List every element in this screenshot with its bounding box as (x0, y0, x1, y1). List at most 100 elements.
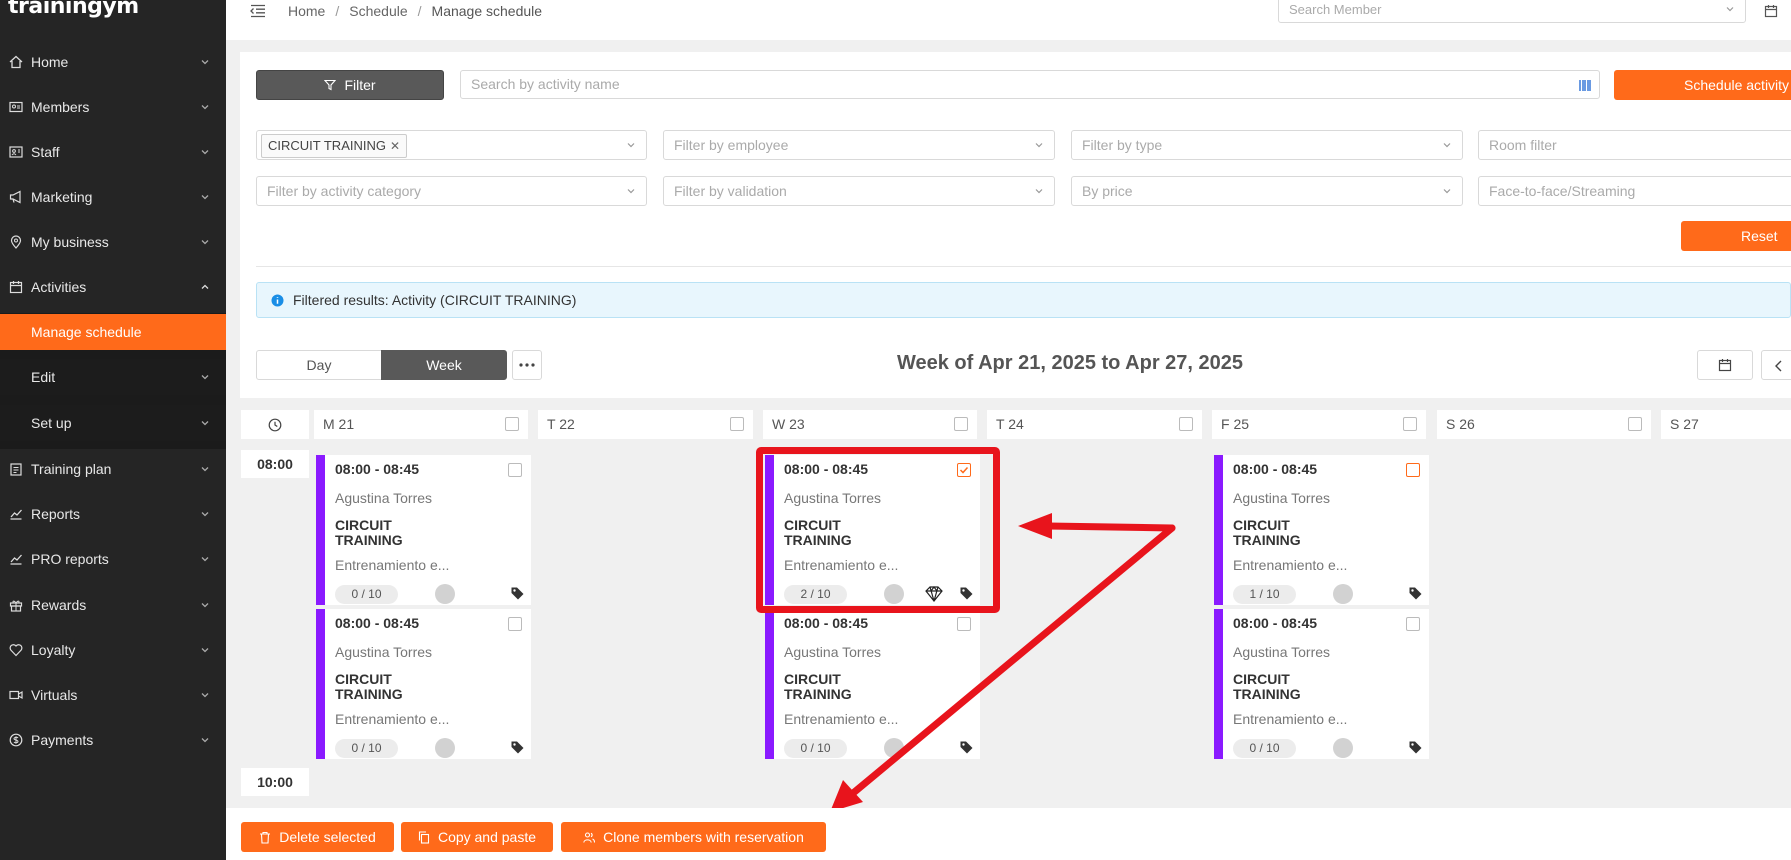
activity-card[interactable]: 08:00 - 08:45 Agustina Torres CIRCUIT TR… (316, 455, 531, 605)
sidebar-item-virtuals[interactable]: Virtuals (0, 677, 226, 713)
chevron-up-icon (201, 284, 209, 289)
day-header-fri[interactable]: F 25 (1212, 410, 1426, 439)
day-select-checkbox[interactable] (1403, 417, 1417, 431)
info-icon (271, 294, 284, 306)
activity-category-filter-select[interactable]: Filter by activity category (256, 176, 647, 206)
activity-card[interactable]: 08:00 - 08:45 Agustina Torres CIRCUIT TR… (316, 609, 531, 759)
line-chart-icon (8, 507, 23, 522)
more-options-button[interactable] (512, 350, 542, 380)
day-header-mon[interactable]: M 21 (314, 410, 528, 439)
logo: trainingym (8, 0, 139, 19)
sidebar-item-my-business[interactable]: My business (0, 224, 226, 260)
copy-icon (418, 830, 430, 844)
chevron-down-icon (201, 467, 209, 472)
view-day-button[interactable]: Day (256, 350, 382, 380)
breadcrumb-home[interactable]: Home (288, 3, 325, 19)
copy-paste-button[interactable]: Copy and paste (401, 822, 553, 852)
sidebar-item-members[interactable]: Members (0, 89, 226, 125)
breadcrumb-schedule[interactable]: Schedule (349, 3, 407, 19)
day-select-checkbox[interactable] (1179, 417, 1193, 431)
mode-filter-select[interactable]: Face-to-face/Streaming (1478, 176, 1791, 206)
type-filter-select[interactable]: Filter by type (1071, 130, 1463, 160)
chevron-down-icon (201, 105, 209, 110)
sidebar-item-reports[interactable]: Reports (0, 496, 226, 532)
chevron-down-icon (201, 240, 209, 245)
employee-filter-select[interactable]: Filter by employee (663, 130, 1055, 160)
chevron-down-icon (1726, 7, 1734, 12)
day-header-tue[interactable]: T 22 (538, 410, 753, 439)
previous-week-button[interactable] (1761, 350, 1791, 380)
gift-icon (8, 598, 23, 613)
chevron-down-icon (627, 143, 635, 148)
users-icon (583, 831, 596, 843)
time-slot-label: 10:00 (241, 768, 309, 796)
chevron-down-icon (201, 421, 209, 426)
sidebar-item-pro-reports[interactable]: PRO reports (0, 541, 226, 577)
status-dot (435, 584, 455, 604)
line-chart-icon (8, 552, 23, 567)
day-select-checkbox[interactable] (1628, 417, 1642, 431)
price-tag-icon (511, 741, 524, 754)
sidebar-item-staff[interactable]: Staff (0, 134, 226, 170)
reset-button[interactable]: Reset (1681, 221, 1791, 251)
card-select-checkbox[interactable] (957, 617, 971, 631)
day-header-wed[interactable]: W 23 (763, 410, 977, 439)
day-header-sat[interactable]: S 26 (1437, 410, 1651, 439)
annotation-highlight-box (756, 447, 1000, 613)
sidebar-subitem-edit[interactable]: Edit (0, 359, 226, 395)
calendar-icon (8, 280, 23, 295)
megaphone-icon (8, 190, 23, 205)
status-dot (884, 738, 904, 758)
view-week-button[interactable]: Week (381, 350, 507, 380)
search-member-select[interactable]: Search Member (1278, 0, 1746, 23)
week-title: Week of Apr 21, 2025 to Apr 27, 2025 (896, 352, 1244, 374)
chevron-down-icon (201, 150, 209, 155)
card-instructor: Agustina Torres (335, 644, 433, 660)
remove-tag-icon[interactable]: ✕ (390, 139, 400, 153)
calendar-icon[interactable] (1764, 4, 1778, 18)
sidebar: trainingym Home Members Staff Marketing … (0, 0, 226, 860)
day-header-thu[interactable]: T 24 (987, 410, 1202, 439)
clone-members-button[interactable]: Clone members with reservation (561, 822, 826, 852)
sidebar-item-training-plan[interactable]: Training plan (0, 451, 226, 487)
price-filter-select[interactable]: By price (1071, 176, 1463, 206)
schedule-activity-button[interactable]: Schedule activity (1614, 70, 1791, 100)
validation-filter-select[interactable]: Filter by validation (663, 176, 1055, 206)
sidebar-item-marketing[interactable]: Marketing (0, 179, 226, 215)
barcode-icon[interactable] (1579, 79, 1591, 92)
date-picker-button[interactable] (1697, 350, 1753, 380)
sidebar-item-payments[interactable]: Payments (0, 722, 226, 758)
chevron-down-icon (201, 648, 209, 653)
filter-button[interactable]: Filter (256, 70, 444, 100)
activity-search-input[interactable]: Search by activity name (460, 70, 1600, 99)
card-select-checkbox[interactable] (508, 617, 522, 631)
chevron-down-icon (201, 603, 209, 608)
day-select-checkbox[interactable] (505, 417, 519, 431)
sidebar-item-loyalty[interactable]: Loyalty (0, 632, 226, 668)
chevron-down-icon (1035, 143, 1043, 148)
delete-selected-button[interactable]: Delete selected (241, 822, 394, 852)
card-select-checkbox[interactable] (508, 463, 522, 477)
clock-icon (268, 418, 282, 431)
card-instructor: Agustina Torres (335, 490, 433, 506)
chevron-down-icon (1443, 189, 1451, 194)
activity-card[interactable]: 08:00 - 08:45 Agustina Torres CIRCUIT TR… (1214, 609, 1429, 759)
sidebar-item-home[interactable]: Home (0, 44, 226, 80)
sidebar-subitem-set-up[interactable]: Set up (0, 405, 226, 441)
card-select-checkbox[interactable] (1406, 463, 1420, 477)
time-slot-label: 08:00 (241, 450, 309, 478)
card-select-checkbox[interactable] (1406, 617, 1420, 631)
room-filter-select[interactable]: Room filter (1478, 130, 1791, 160)
activity-card[interactable]: 08:00 - 08:45 Agustina Torres CIRCUIT TR… (1214, 455, 1429, 605)
activity-card[interactable]: 08:00 - 08:45 Agustina Torres CIRCUIT TR… (765, 609, 980, 759)
sidebar-item-rewards[interactable]: Rewards (0, 587, 226, 623)
sidebar-subitem-manage-schedule[interactable]: Manage schedule (0, 314, 226, 350)
day-header-sun[interactable]: S 27 (1661, 410, 1791, 439)
card-capacity: 0 / 10 (335, 585, 398, 604)
day-select-checkbox[interactable] (954, 417, 968, 431)
sidebar-item-activities[interactable]: Activities (0, 269, 226, 305)
chevron-down-icon (201, 512, 209, 517)
menu-collapse-icon[interactable] (250, 4, 266, 18)
day-select-checkbox[interactable] (730, 417, 744, 431)
activity-filter-select[interactable]: CIRCUIT TRAINING ✕ (256, 130, 647, 160)
